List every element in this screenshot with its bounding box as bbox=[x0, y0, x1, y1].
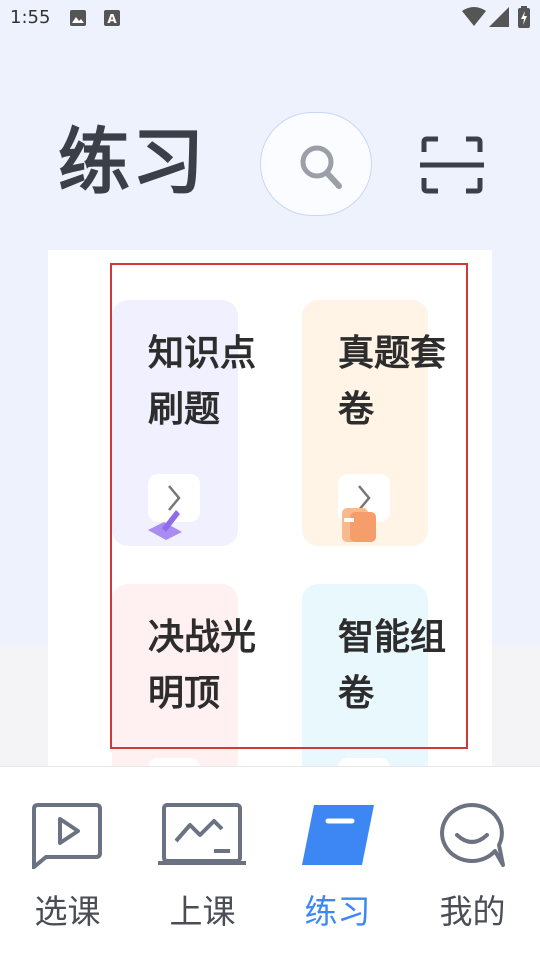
scan-icon bbox=[420, 136, 484, 194]
wifi-icon bbox=[462, 7, 486, 31]
nav-label: 选课 bbox=[34, 892, 101, 931]
play-icon bbox=[32, 803, 102, 869]
nav-label: 上课 bbox=[169, 892, 236, 931]
nav-item-classes[interactable]: 上课 bbox=[135, 767, 270, 961]
status-bar: 1:55 A bbox=[0, 0, 540, 36]
battery-icon bbox=[518, 6, 530, 32]
signal-icon bbox=[489, 7, 509, 31]
nav-item-courses[interactable]: 选课 bbox=[0, 767, 135, 961]
practice-icon bbox=[302, 805, 374, 865]
image-icon bbox=[69, 9, 87, 31]
search-icon bbox=[300, 145, 342, 189]
nav-item-practice[interactable]: 练习 bbox=[270, 767, 405, 961]
page-title: 练习 bbox=[58, 120, 207, 204]
bottom-nav: 选课 上课 练习 我的 bbox=[0, 766, 540, 961]
nav-item-mine[interactable]: 我的 bbox=[405, 767, 540, 961]
search-button[interactable] bbox=[260, 112, 372, 216]
scan-button[interactable] bbox=[420, 136, 484, 194]
status-time: 1:55 bbox=[10, 7, 51, 28]
chat-face-icon bbox=[440, 803, 505, 867]
highlight-box bbox=[110, 263, 468, 749]
a-letter-icon: A bbox=[103, 9, 121, 31]
nav-label: 练习 bbox=[304, 892, 371, 931]
board-icon bbox=[158, 803, 246, 865]
svg-text:A: A bbox=[107, 12, 117, 26]
nav-label: 我的 bbox=[439, 892, 506, 931]
